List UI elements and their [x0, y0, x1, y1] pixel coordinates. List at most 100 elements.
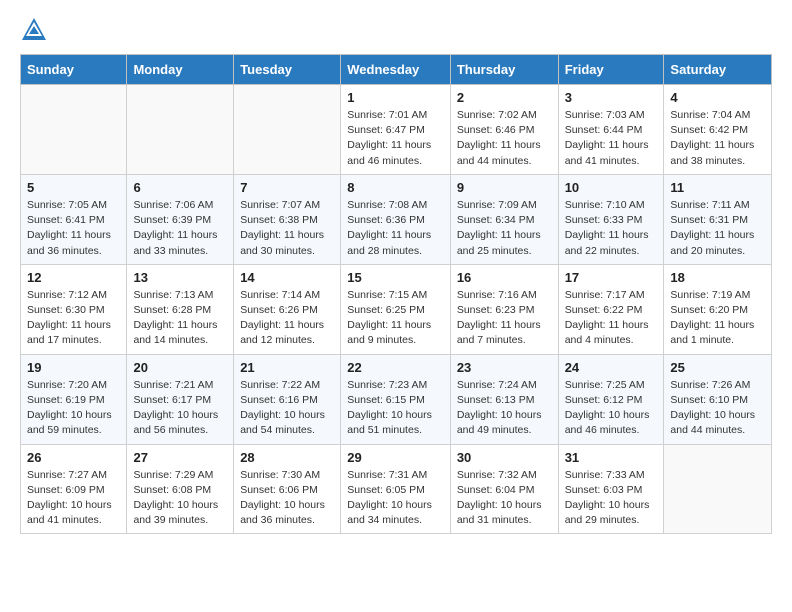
day-info: Sunrise: 7:30 AMSunset: 6:06 PMDaylight:… — [240, 468, 334, 529]
calendar-cell: 23 Sunrise: 7:24 AMSunset: 6:13 PMDayligh… — [450, 354, 558, 444]
calendar-week-4: 19 Sunrise: 7:20 AMSunset: 6:19 PMDayligh… — [21, 354, 772, 444]
day-number: 27 — [133, 450, 227, 465]
calendar-cell: 26 Sunrise: 7:27 AMSunset: 6:09 PMDayligh… — [21, 444, 127, 534]
day-info: Sunrise: 7:17 AMSunset: 6:22 PMDaylight:… — [565, 288, 658, 349]
calendar-cell: 17 Sunrise: 7:17 AMSunset: 6:22 PMDayligh… — [558, 264, 664, 354]
day-info: Sunrise: 7:11 AMSunset: 6:31 PMDaylight:… — [670, 198, 765, 259]
day-info: Sunrise: 7:22 AMSunset: 6:16 PMDaylight:… — [240, 378, 334, 439]
calendar-cell: 16 Sunrise: 7:16 AMSunset: 6:23 PMDayligh… — [450, 264, 558, 354]
calendar-cell: 2 Sunrise: 7:02 AMSunset: 6:46 PMDaylight… — [450, 85, 558, 175]
day-number: 22 — [347, 360, 444, 375]
calendar-cell: 1 Sunrise: 7:01 AMSunset: 6:47 PMDaylight… — [341, 85, 451, 175]
calendar-week-1: 1 Sunrise: 7:01 AMSunset: 6:47 PMDaylight… — [21, 85, 772, 175]
calendar-cell: 6Sunrise: 7:06 AMSunset: 6:39 PMDaylight… — [127, 174, 234, 264]
day-info: Sunrise: 7:05 AMSunset: 6:41 PMDaylight:… — [27, 198, 120, 259]
calendar-cell: 30 Sunrise: 7:32 AMSunset: 6:04 PMDayligh… — [450, 444, 558, 534]
calendar-cell: 9Sunrise: 7:09 AMSunset: 6:34 PMDaylight… — [450, 174, 558, 264]
day-number: 29 — [347, 450, 444, 465]
calendar-cell: 8 Sunrise: 7:08 AMSunset: 6:36 PMDaylight… — [341, 174, 451, 264]
day-info: Sunrise: 7:27 AMSunset: 6:09 PMDaylight:… — [27, 468, 120, 529]
day-info: Sunrise: 7:10 AMSunset: 6:33 PMDaylight:… — [565, 198, 658, 259]
calendar-cell: 12 Sunrise: 7:12 AMSunset: 6:30 PMDayligh… — [21, 264, 127, 354]
header-row: SundayMondayTuesdayWednesdayThursdayFrid… — [21, 55, 772, 85]
day-number: 12 — [27, 270, 120, 285]
calendar-cell: 25Sunrise: 7:26 AMSunset: 6:10 PMDayligh… — [664, 354, 772, 444]
day-info: Sunrise: 7:19 AMSunset: 6:20 PMDaylight:… — [670, 288, 765, 349]
day-info: Sunrise: 7:16 AMSunset: 6:23 PMDaylight:… — [457, 288, 552, 349]
calendar-week-5: 26 Sunrise: 7:27 AMSunset: 6:09 PMDayligh… — [21, 444, 772, 534]
day-number: 2 — [457, 90, 552, 105]
column-header-tuesday: Tuesday — [234, 55, 341, 85]
day-number: 25 — [670, 360, 765, 375]
day-info: Sunrise: 7:04 AMSunset: 6:42 PMDaylight:… — [670, 108, 765, 169]
day-number: 19 — [27, 360, 120, 375]
day-info: Sunrise: 7:23 AMSunset: 6:15 PMDaylight:… — [347, 378, 444, 439]
column-header-sunday: Sunday — [21, 55, 127, 85]
day-info: Sunrise: 7:12 AMSunset: 6:30 PMDaylight:… — [27, 288, 120, 349]
calendar-cell: 10 Sunrise: 7:10 AMSunset: 6:33 PMDayligh… — [558, 174, 664, 264]
column-header-friday: Friday — [558, 55, 664, 85]
calendar-cell: 22 Sunrise: 7:23 AMSunset: 6:15 PMDayligh… — [341, 354, 451, 444]
day-number: 11 — [670, 180, 765, 195]
day-info: Sunrise: 7:08 AMSunset: 6:36 PMDaylight:… — [347, 198, 444, 259]
day-number: 23 — [457, 360, 552, 375]
day-number: 8 — [347, 180, 444, 195]
day-info: Sunrise: 7:14 AMSunset: 6:26 PMDaylight:… — [240, 288, 334, 349]
calendar-cell: 21 Sunrise: 7:22 AMSunset: 6:16 PMDayligh… — [234, 354, 341, 444]
day-number: 17 — [565, 270, 658, 285]
calendar-cell: 7Sunrise: 7:07 AMSunset: 6:38 PMDaylight… — [234, 174, 341, 264]
calendar-cell — [664, 444, 772, 534]
day-number: 6 — [133, 180, 227, 195]
day-info: Sunrise: 7:31 AMSunset: 6:05 PMDaylight:… — [347, 468, 444, 529]
day-info: Sunrise: 7:01 AMSunset: 6:47 PMDaylight:… — [347, 108, 444, 169]
day-info: Sunrise: 7:15 AMSunset: 6:25 PMDaylight:… — [347, 288, 444, 349]
calendar-header: SundayMondayTuesdayWednesdayThursdayFrid… — [21, 55, 772, 85]
calendar-cell: 18Sunrise: 7:19 AMSunset: 6:20 PMDayligh… — [664, 264, 772, 354]
calendar-cell: 24Sunrise: 7:25 AMSunset: 6:12 PMDayligh… — [558, 354, 664, 444]
day-number: 10 — [565, 180, 658, 195]
day-number: 20 — [133, 360, 227, 375]
calendar-week-2: 5 Sunrise: 7:05 AMSunset: 6:41 PMDaylight… — [21, 174, 772, 264]
day-number: 1 — [347, 90, 444, 105]
calendar-cell: 28Sunrise: 7:30 AMSunset: 6:06 PMDayligh… — [234, 444, 341, 534]
column-header-saturday: Saturday — [664, 55, 772, 85]
day-number: 26 — [27, 450, 120, 465]
day-number: 16 — [457, 270, 552, 285]
day-info: Sunrise: 7:24 AMSunset: 6:13 PMDaylight:… — [457, 378, 552, 439]
day-info: Sunrise: 7:13 AMSunset: 6:28 PMDaylight:… — [133, 288, 227, 349]
day-number: 30 — [457, 450, 552, 465]
logo-icon — [20, 16, 48, 44]
calendar-cell: 27 Sunrise: 7:29 AMSunset: 6:08 PMDayligh… — [127, 444, 234, 534]
day-info: Sunrise: 7:20 AMSunset: 6:19 PMDaylight:… — [27, 378, 120, 439]
day-number: 31 — [565, 450, 658, 465]
day-number: 9 — [457, 180, 552, 195]
column-header-monday: Monday — [127, 55, 234, 85]
calendar-cell: 5 Sunrise: 7:05 AMSunset: 6:41 PMDaylight… — [21, 174, 127, 264]
day-number: 15 — [347, 270, 444, 285]
day-number: 14 — [240, 270, 334, 285]
day-number: 3 — [565, 90, 658, 105]
day-info: Sunrise: 7:02 AMSunset: 6:46 PMDaylight:… — [457, 108, 552, 169]
calendar-body: 1 Sunrise: 7:01 AMSunset: 6:47 PMDaylight… — [21, 85, 772, 534]
calendar-cell: 15 Sunrise: 7:15 AMSunset: 6:25 PMDayligh… — [341, 264, 451, 354]
calendar-cell: 29 Sunrise: 7:31 AMSunset: 6:05 PMDayligh… — [341, 444, 451, 534]
calendar-cell: 4 Sunrise: 7:04 AMSunset: 6:42 PMDaylight… — [664, 85, 772, 175]
day-number: 21 — [240, 360, 334, 375]
day-info: Sunrise: 7:29 AMSunset: 6:08 PMDaylight:… — [133, 468, 227, 529]
day-number: 4 — [670, 90, 765, 105]
day-info: Sunrise: 7:03 AMSunset: 6:44 PMDaylight:… — [565, 108, 658, 169]
day-info: Sunrise: 7:25 AMSunset: 6:12 PMDaylight:… — [565, 378, 658, 439]
calendar-week-3: 12 Sunrise: 7:12 AMSunset: 6:30 PMDayligh… — [21, 264, 772, 354]
calendar-cell — [127, 85, 234, 175]
day-info: Sunrise: 7:33 AMSunset: 6:03 PMDaylight:… — [565, 468, 658, 529]
calendar-cell: 20Sunrise: 7:21 AMSunset: 6:17 PMDayligh… — [127, 354, 234, 444]
calendar-cell — [234, 85, 341, 175]
calendar-cell: 3 Sunrise: 7:03 AMSunset: 6:44 PMDaylight… — [558, 85, 664, 175]
calendar-cell — [21, 85, 127, 175]
calendar-cell: 14 Sunrise: 7:14 AMSunset: 6:26 PMDayligh… — [234, 264, 341, 354]
calendar-table: SundayMondayTuesdayWednesdayThursdayFrid… — [20, 54, 772, 534]
calendar-cell: 19 Sunrise: 7:20 AMSunset: 6:19 PMDayligh… — [21, 354, 127, 444]
day-number: 5 — [27, 180, 120, 195]
day-info: Sunrise: 7:32 AMSunset: 6:04 PMDaylight:… — [457, 468, 552, 529]
day-number: 7 — [240, 180, 334, 195]
